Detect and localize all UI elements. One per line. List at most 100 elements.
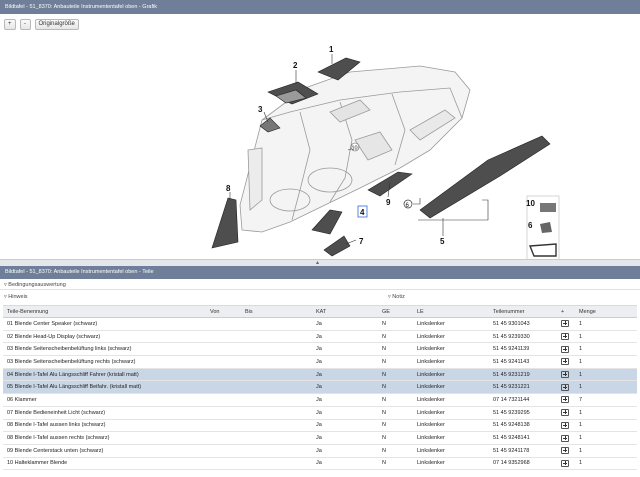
column-header[interactable]: Teile-Benennung <box>3 305 206 318</box>
table-row[interactable]: 10 Halteklammer Blende Ja N Linkslenker 07 1… <box>3 457 637 471</box>
conditions-section[interactable]: ▿ Bedingungsauswertung <box>0 280 640 290</box>
table-row[interactable]: 01 Blende Center Speaker (schwarz) Ja N Lin… <box>3 317 637 331</box>
table-cell: N <box>378 444 413 458</box>
add-to-cart-cell <box>557 419 575 433</box>
table-cell: N <box>378 342 413 357</box>
add-to-cart-cell <box>557 368 575 382</box>
graphic-toolbar: + - Originalgröße <box>4 19 79 30</box>
table-cell: 08 Blende I-Tafel aussen rechts (schwarz… <box>3 431 206 445</box>
table-row[interactable]: 04 Blende I-Tafel Alu Längsschliff Fahre… <box>3 368 637 382</box>
add-to-cart-cell <box>557 355 575 369</box>
table-cell: N <box>378 317 413 331</box>
add-to-cart-cell <box>557 431 575 445</box>
table-cell: Linkslenker <box>413 419 489 433</box>
column-header[interactable]: Teilenummer <box>489 305 557 318</box>
add-to-cart-icon[interactable] <box>561 371 569 379</box>
table-cell <box>206 444 241 458</box>
table-cell: Linkslenker <box>413 406 489 420</box>
add-to-cart-cell <box>557 342 575 357</box>
table-row[interactable]: 03 Blende Seitenscheibenbelüftung rechts… <box>3 355 637 369</box>
callout-4[interactable]: 4 <box>360 208 365 217</box>
callout-8[interactable]: 8 <box>226 184 231 193</box>
table-cell: 51 45 9231221 <box>489 380 557 395</box>
add-to-cart-icon[interactable] <box>561 333 569 341</box>
original-size-button[interactable]: Originalgröße <box>34 19 79 30</box>
table-cell: 08 Blende I-Tafel aussen links (schwarz) <box>3 419 206 433</box>
callout-7[interactable]: 7 <box>359 237 364 246</box>
table-cell: 1 <box>575 330 637 344</box>
add-to-cart-icon[interactable] <box>561 396 569 404</box>
panel-splitter[interactable]: ▴ <box>0 259 640 266</box>
add-to-cart-icon[interactable] <box>561 383 569 391</box>
add-to-cart-icon[interactable] <box>561 434 569 442</box>
callout-3[interactable]: 3 <box>258 105 263 114</box>
table-cell: 7 <box>575 393 637 407</box>
column-header[interactable]: LE <box>413 305 489 318</box>
table-cell: 51 45 9239295 <box>489 406 557 420</box>
table-row[interactable]: 06 Klammer Ja N Linkslenker 07 14 7321144 7 <box>3 393 637 407</box>
table-row[interactable]: 07 Blende Bedieneinheit Licht (schwarz) J… <box>3 406 637 420</box>
table-row[interactable]: 08 Blende I-Tafel aussen links (schwarz)… <box>3 419 637 433</box>
add-to-cart-icon[interactable] <box>561 409 569 417</box>
table-cell <box>241 342 312 357</box>
notes-left-toggle[interactable]: ▿ Hinweis <box>4 292 28 302</box>
callout-2[interactable]: 2 <box>293 61 298 70</box>
table-row[interactable]: 02 Blende Head-Up Display (schwarz) Ja N Li… <box>3 330 637 344</box>
add-to-cart-icon[interactable] <box>561 447 569 455</box>
column-header[interactable]: KAT <box>312 305 378 318</box>
table-cell: Ja <box>312 393 378 407</box>
add-to-cart-icon[interactable] <box>561 345 569 353</box>
callout-9[interactable]: 9 <box>386 198 391 207</box>
table-cell: 1 <box>575 380 637 395</box>
callout-6[interactable]: 6 <box>528 221 533 230</box>
table-cell: 51 45 9248141 <box>489 431 557 445</box>
callout-10-inline[interactable]: 10 <box>352 146 358 152</box>
add-to-cart-cell <box>557 380 575 395</box>
callout-10-circle: 10 <box>350 142 360 152</box>
table-cell: Ja <box>312 431 378 445</box>
table-header: Teile-Benennung Von Bis KAT GE LE Teilenummer +… <box>3 305 637 318</box>
table-cell <box>241 355 312 369</box>
table-row[interactable]: 08 Blende I-Tafel aussen rechts (schwarz… <box>3 431 637 445</box>
notes-section: ▿ Hinweis ▿ Notiz <box>0 292 640 302</box>
table-cell: 04 Blende I-Tafel Alu Längsschliff Fahre… <box>3 368 206 382</box>
zoom-in-button[interactable]: + <box>4 19 16 30</box>
table-cell: Linkslenker <box>413 317 489 331</box>
conditions-label: Bedingungsauswertung <box>8 282 66 288</box>
collapse-icon[interactable]: ▴ <box>316 259 319 266</box>
add-to-cart-icon[interactable] <box>561 459 569 467</box>
column-header[interactable]: Von <box>206 305 241 318</box>
zoom-out-button[interactable]: - <box>19 19 31 30</box>
callout-6-circle: 6 <box>403 199 413 209</box>
table-cell: 1 <box>575 457 637 471</box>
column-header[interactable]: GE <box>378 305 413 318</box>
table-row[interactable]: 05 Blende I-Tafel Alu Längsschliff Beifa… <box>3 380 637 395</box>
table-cell: 07 14 9352968 <box>489 457 557 471</box>
table-cell <box>206 406 241 420</box>
column-header[interactable]: Bis <box>241 305 312 318</box>
table-cell: Ja <box>312 342 378 357</box>
add-to-cart-icon[interactable] <box>561 320 569 328</box>
add-to-cart-icon[interactable] <box>561 421 569 429</box>
callout-10[interactable]: 10 <box>526 199 535 208</box>
callout-5[interactable]: 5 <box>440 237 445 246</box>
table-cell: 10 Halteklammer Blende <box>3 457 206 471</box>
parts-diagram: 1 2 3 8 9 5 7 10 6 4 6 10 <box>211 45 560 259</box>
column-header[interactable]: + <box>557 305 575 318</box>
table-cell: 51 45 9248138 <box>489 419 557 433</box>
table-cell: 51 45 9241143 <box>489 355 557 369</box>
table-cell: 07 14 7321144 <box>489 393 557 407</box>
notes-right-toggle[interactable]: ▿ Notiz <box>388 292 405 302</box>
column-header[interactable]: Menge <box>575 305 637 318</box>
callout-1[interactable]: 1 <box>329 45 334 54</box>
table-cell <box>241 317 312 331</box>
table-cell: 1 <box>575 406 637 420</box>
table-cell <box>241 393 312 407</box>
table-row[interactable]: 09 Blende Centerstack unten (schwarz) Ja N… <box>3 444 637 458</box>
add-to-cart-icon[interactable] <box>561 358 569 366</box>
add-to-cart-cell <box>557 444 575 458</box>
table-row[interactable]: 03 Blende Seitenscheibenbelüftung links … <box>3 342 637 357</box>
table-cell: Linkslenker <box>413 330 489 344</box>
table-cell: Ja <box>312 457 378 471</box>
add-to-cart-cell <box>557 330 575 344</box>
